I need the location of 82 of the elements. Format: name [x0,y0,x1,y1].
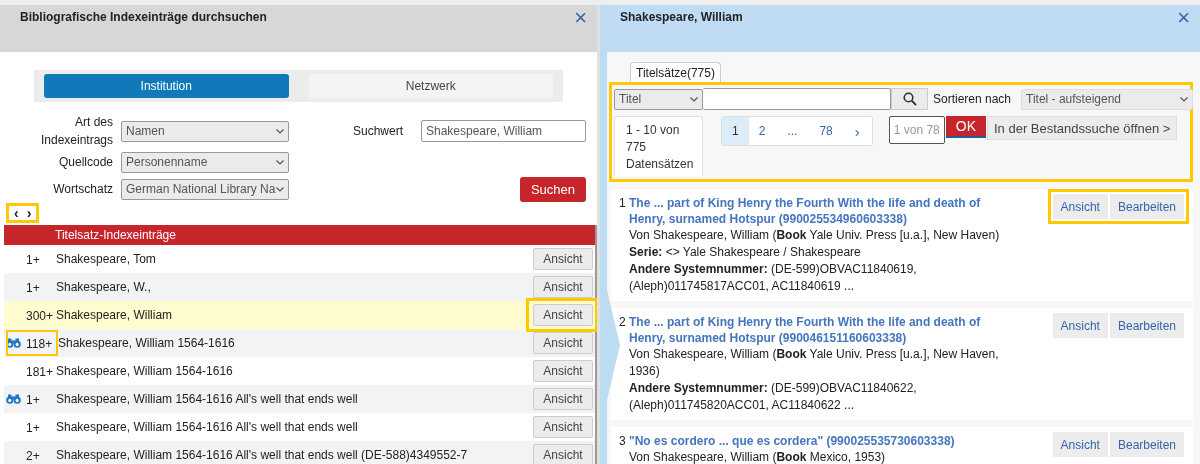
name-cell-text: Shakespeare, William [56,308,174,322]
view-button[interactable]: Ansicht [1052,313,1108,338]
field-label: Suchwert [351,124,403,138]
name-cell-text: Shakespeare, William 1564-1616 [58,336,236,350]
count-cell-text: 1+ [25,280,41,297]
result-detail: Von Shakespeare, William (Book Yale Univ. Press [u.a.], New Haven) [629,227,1001,244]
field-label: Quellcode [57,155,113,169]
count-cell-text: 1+ [25,392,41,409]
result-detail: Andere Systemnummer: (DE-599)OBVAC11840619, (Aleph)011745817ACC01, AC11840619 ... [629,261,918,295]
name-cell-text: Shakespeare, William 1564-1616 All's well that ends well (DE-588)4349552-7 [56,448,469,462]
edit-button[interactable]: Bearbeiten [1109,313,1184,338]
view-button[interactable]: Ansicht [533,444,593,464]
count-cell-text: 1+ [25,252,41,269]
view-button[interactable]: Ansicht [533,360,593,382]
field-label: Wortschatz [52,182,113,196]
scope-tab[interactable]: Institution [44,74,289,98]
edit-button[interactable]: Bearbeiten [1109,194,1184,219]
table-row[interactable]: 118+ Shakespeare, William 1564-1616 Ansicht [4,329,595,357]
view-button[interactable]: Ansicht [533,388,593,410]
dialog-title: Shakespeare, William [620,10,743,24]
results-tab[interactable]: Titelsätze(775) [630,62,721,82]
name-cell-text: Shakespeare, Tom [56,252,157,266]
view-button[interactable]: Ansicht [533,276,593,298]
table-row[interactable]: 1+ Shakespeare, W., Ansicht [4,273,595,301]
caret-icon [276,128,284,134]
search-value-field[interactable]: Shakespeare, William [421,120,586,142]
view-button[interactable]: Ansicht [533,248,593,270]
field-dropdown[interactable]: Titel [614,88,703,110]
edit-button[interactable]: Bearbeiten [1109,432,1184,457]
result-title-link[interactable]: The ... part of King Henry the Fourth With the life and death of Henry, surnamed Hotspur (990025534960603338) [629,195,1004,227]
search-field[interactable] [703,88,891,110]
close-button[interactable]: × [1177,10,1190,26]
result-number: 2 [619,314,627,331]
search-button[interactable]: Suchen [519,176,586,202]
index-type-dropdown[interactable]: Namen [121,120,289,142]
sort-label: Sortieren nach [933,92,1012,106]
field-label: Art des Indexeintrags [39,114,113,149]
scope-tab[interactable]: Netzwerk [308,74,553,98]
search-button[interactable] [891,88,928,110]
result-title-link[interactable]: The ... part of King Henry the Fourth With the life and death of Henry, surnamed Hotspur (990046151160603338) [629,314,1004,346]
result-detail: Von Shakespeare, William (Book Mexico, 1953) [629,449,887,464]
name-cell-text: Shakespeare, William 1564-1616 All's well that ends well [56,420,359,434]
result-detail: Serie: <> Yale Shakespeare / Shakespeare [629,244,862,261]
result-title-link[interactable]: "No es cordero ... que es cordera" (990025535730603338) [629,433,1004,449]
caret-icon [1180,96,1189,102]
table-row[interactable]: 300+ Shakespeare, William Ansicht [4,301,595,329]
dialog-title: Bibliografische Indexeinträge durchsuchen [20,10,267,24]
result-number: 3 [619,433,627,450]
ok-button[interactable]: OK [945,116,986,138]
result-number: 1 [619,195,627,212]
column-heading: Titelsatz-Indexeinträge [55,228,176,242]
vocabulary-dropdown[interactable]: German National Library Na [121,178,289,200]
next-button[interactable]: › [23,207,35,219]
view-button[interactable]: Ansicht [533,304,593,326]
name-cell-text: Shakespeare, William 1564-1616 All's well that ends well [56,392,359,406]
name-cell-text: Shakespeare, W., [56,280,152,294]
previous-button[interactable]: ‹ [11,207,22,219]
record-range: 1 - 10 von 775 Datensätzen [614,116,703,176]
caret-icon [690,96,698,102]
result-detail: Von Shakespeare, William (Book Yale Univ. Press [u.a.], New Haven, 1936) [629,346,1000,380]
result-detail: Andere Systemnummer: (DE-599)OBVAC11840622, (Aleph)011745820ACC01, AC11840622 ... [629,380,918,414]
count-cell-text: 181+ [25,364,55,381]
caret-icon [276,186,284,192]
view-button[interactable]: Ansicht [1052,194,1108,219]
view-button[interactable]: Ansicht [533,332,593,354]
page-number-field[interactable]: 1 von 78 [888,116,945,144]
name-cell-text: Shakespeare, William 1564-1616 [56,364,234,378]
count-cell: 118+ [6,330,58,356]
view-button[interactable]: Ansicht [533,416,593,438]
count-cell-text: 1+ [25,420,41,437]
source-code-dropdown[interactable]: Personenname [121,151,289,173]
table-row[interactable]: 2+ Shakespeare, William 1564-1616 All's well that ends well (DE-588)4349552-7 Ansicht [4,441,595,464]
open-in-search-button[interactable]: In der Bestandssuche öffnen > [987,116,1178,140]
caret-icon [276,159,284,165]
table-row[interactable]: 1+ Shakespeare, William 1564-1616 All's well that ends well Ansicht [4,385,595,413]
sort-dropdown[interactable]: Titel - aufsteigend [1021,88,1194,110]
view-button[interactable]: Ansicht [1052,432,1108,457]
page-button[interactable]: 1 [722,117,749,145]
close-button[interactable]: × [574,10,587,26]
search-icon [902,92,917,106]
count-cell-text: 2+ [25,448,41,464]
count-cell-text: 300+ [25,308,55,325]
